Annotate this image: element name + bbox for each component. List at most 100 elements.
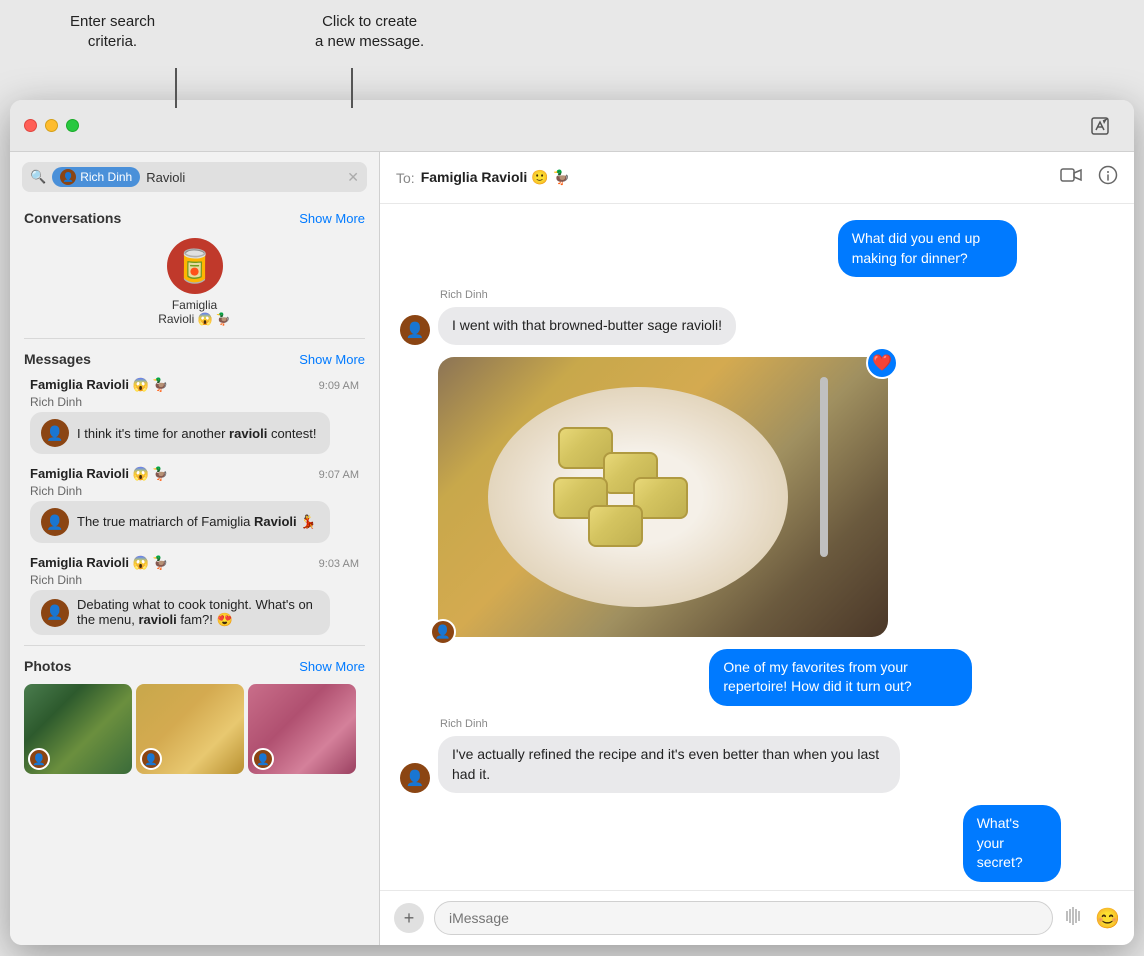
msg-header-row-2: Famiglia Ravioli 😱 🦆 9:07 AM <box>30 466 359 482</box>
chat-message-1: What did you end up making for dinner? <box>838 220 1114 277</box>
video-call-icon[interactable] <box>1060 167 1082 188</box>
msg-preview-bubble-3: 👤 Debating what to cook tonight. What's … <box>30 590 330 635</box>
msg-sender-2: Rich Dinh <box>30 484 359 498</box>
chat-messages: What did you end up making for dinner? 👤… <box>380 204 1134 890</box>
photos-grid: 👤 👤 👤 <box>10 678 379 780</box>
chat-header-icons <box>1060 165 1118 190</box>
minimize-button[interactable] <box>45 119 58 132</box>
reaction-avatar: 👤 <box>430 619 456 645</box>
message-item-2[interactable]: Famiglia Ravioli 😱 🦆 9:07 AM Rich Dinh 👤… <box>16 460 373 549</box>
chat-input-bar: + 😊 <box>380 890 1134 945</box>
chat-message-3: 👤 <box>400 357 900 637</box>
emoji-button[interactable]: 😊 <box>1095 906 1120 931</box>
fork <box>820 377 828 557</box>
photos-show-more[interactable]: Show More <box>299 659 365 674</box>
photos-header: Photos Show More <box>10 650 379 678</box>
maximize-button[interactable] <box>66 119 79 132</box>
search-input[interactable] <box>146 170 341 185</box>
main-content: 🔍 👤 Rich Dinh ✕ Conversations Show More … <box>10 152 1134 945</box>
annotation-compose: Click to create a new message. <box>315 12 424 51</box>
chat-message-4: One of my favorites from your repertoire… <box>709 649 1114 706</box>
close-button[interactable] <box>24 119 37 132</box>
msg-time: 9:09 AM <box>319 380 359 392</box>
message-input[interactable] <box>434 901 1053 935</box>
photo-avatar-badge-1: 👤 <box>28 748 50 770</box>
conv-label: FamigliaRavioli 😱 🦆 <box>158 298 231 326</box>
photo-thumb-1[interactable]: 👤 <box>24 684 132 774</box>
received-bubble-1: I went with that browned-butter sage rav… <box>438 307 736 345</box>
messages-header: Messages Show More <box>10 343 379 371</box>
chip-label: Rich Dinh <box>80 170 132 184</box>
chat-panel: To: Famiglia Ravioli 🙂 🦆 <box>380 152 1134 945</box>
msg-header-row: Famiglia Ravioli 😱 🦆 9:09 AM <box>30 377 359 393</box>
annotation-line-search <box>175 68 177 108</box>
search-bar: 🔍 👤 Rich Dinh ✕ <box>22 162 367 192</box>
add-attachment-button[interactable]: + <box>394 903 424 933</box>
reaction-heart: ❤️ <box>866 347 898 379</box>
msg-preview-avatar-2: 👤 <box>41 508 69 536</box>
msg-preview-bubble: 👤 I think it's time for another ravioli … <box>30 412 330 454</box>
photo-avatar-badge-3: 👤 <box>252 748 274 770</box>
msg-group-name-3: Famiglia Ravioli 😱 🦆 <box>30 555 169 571</box>
msg-sender: Rich Dinh <box>30 395 359 409</box>
msg-group-name-2: Famiglia Ravioli 😱 🦆 <box>30 466 169 482</box>
photo-thumb-2[interactable]: 👤 <box>136 684 244 774</box>
received-content-2: Rich Dinh I've actually refined the reci… <box>438 718 900 793</box>
annotation-search: Enter search criteria. <box>70 12 155 51</box>
received-content-1: Rich Dinh I went with that browned-butte… <box>438 289 736 345</box>
chip-avatar: 👤 <box>60 169 76 185</box>
titlebar <box>10 100 1134 152</box>
msg-preview-avatar-3: 👤 <box>41 599 69 627</box>
msg-time-3: 9:03 AM <box>319 558 359 570</box>
received-avatar-1: 👤 <box>400 315 430 345</box>
photo-thumb-3[interactable]: 👤 <box>248 684 356 774</box>
chat-message-6: What's your secret? <box>963 805 1114 882</box>
to-label: To: <box>396 170 415 186</box>
chat-image-container[interactable]: ❤️ 👤 <box>438 357 888 637</box>
received-sender-2: Rich Dinh <box>440 718 900 730</box>
chat-message-2: 👤 Rich Dinh I went with that browned-but… <box>400 289 900 345</box>
compose-button[interactable] <box>1090 116 1110 136</box>
conv-avatar: 🥫 <box>167 238 223 294</box>
traffic-lights <box>24 119 79 132</box>
chat-message-5: 👤 Rich Dinh I've actually refined the re… <box>400 718 900 793</box>
conversations-header: Conversations Show More <box>10 202 379 230</box>
conversations-show-more[interactable]: Show More <box>299 211 365 226</box>
msg-preview-bubble-2: 👤 The true matriarch of Famiglia Ravioli… <box>30 501 330 543</box>
sent-bubble-2: One of my favorites from your repertoire… <box>709 649 972 706</box>
msg-group-name: Famiglia Ravioli 😱 🦆 <box>30 377 169 393</box>
received-bubble-2: I've actually refined the recipe and it'… <box>438 736 900 793</box>
message-item-1[interactable]: Famiglia Ravioli 😱 🦆 9:09 AM Rich Dinh 👤… <box>16 371 373 460</box>
received-avatar-3: 👤 <box>400 763 430 793</box>
msg-sender-3: Rich Dinh <box>30 573 359 587</box>
sent-bubble-3: What's your secret? <box>963 805 1061 882</box>
photos-title: Photos <box>24 658 71 674</box>
msg-header-row-3: Famiglia Ravioli 😱 🦆 9:03 AM <box>30 555 359 571</box>
search-chip[interactable]: 👤 Rich Dinh <box>52 167 140 187</box>
annotation-line-compose <box>351 68 353 108</box>
messages-show-more[interactable]: Show More <box>299 352 365 367</box>
ravioli-image <box>438 357 888 637</box>
divider-2 <box>24 645 365 646</box>
msg-preview-text: I think it's time for another ravioli co… <box>77 426 316 441</box>
messages-title: Messages <box>24 351 91 367</box>
divider-1 <box>24 338 365 339</box>
received-sender-1: Rich Dinh <box>440 289 736 301</box>
msg-preview-text-2: The true matriarch of Famiglia Ravioli 💃 <box>77 514 316 530</box>
conversations-title: Conversations <box>24 210 121 226</box>
msg-preview-text-3: Debating what to cook tonight. What's on… <box>77 597 319 628</box>
sent-bubble-1: What did you end up making for dinner? <box>838 220 1018 277</box>
conversation-item[interactable]: 🥫 FamigliaRavioli 😱 🦆 <box>10 230 379 334</box>
chat-recipient: Famiglia Ravioli 🙂 🦆 <box>421 169 570 186</box>
search-icon: 🔍 <box>30 169 46 185</box>
audio-input-icon[interactable] <box>1063 905 1085 932</box>
messages-window: 🔍 👤 Rich Dinh ✕ Conversations Show More … <box>10 100 1134 945</box>
photo-avatar-badge-2: 👤 <box>140 748 162 770</box>
ravioli-5 <box>588 505 643 547</box>
msg-preview-avatar: 👤 <box>41 419 69 447</box>
clear-search-button[interactable]: ✕ <box>347 169 359 186</box>
message-item-3[interactable]: Famiglia Ravioli 😱 🦆 9:03 AM Rich Dinh 👤… <box>16 549 373 641</box>
chat-header: To: Famiglia Ravioli 🙂 🦆 <box>380 152 1134 204</box>
msg-time-2: 9:07 AM <box>319 469 359 481</box>
info-icon[interactable] <box>1098 165 1118 190</box>
